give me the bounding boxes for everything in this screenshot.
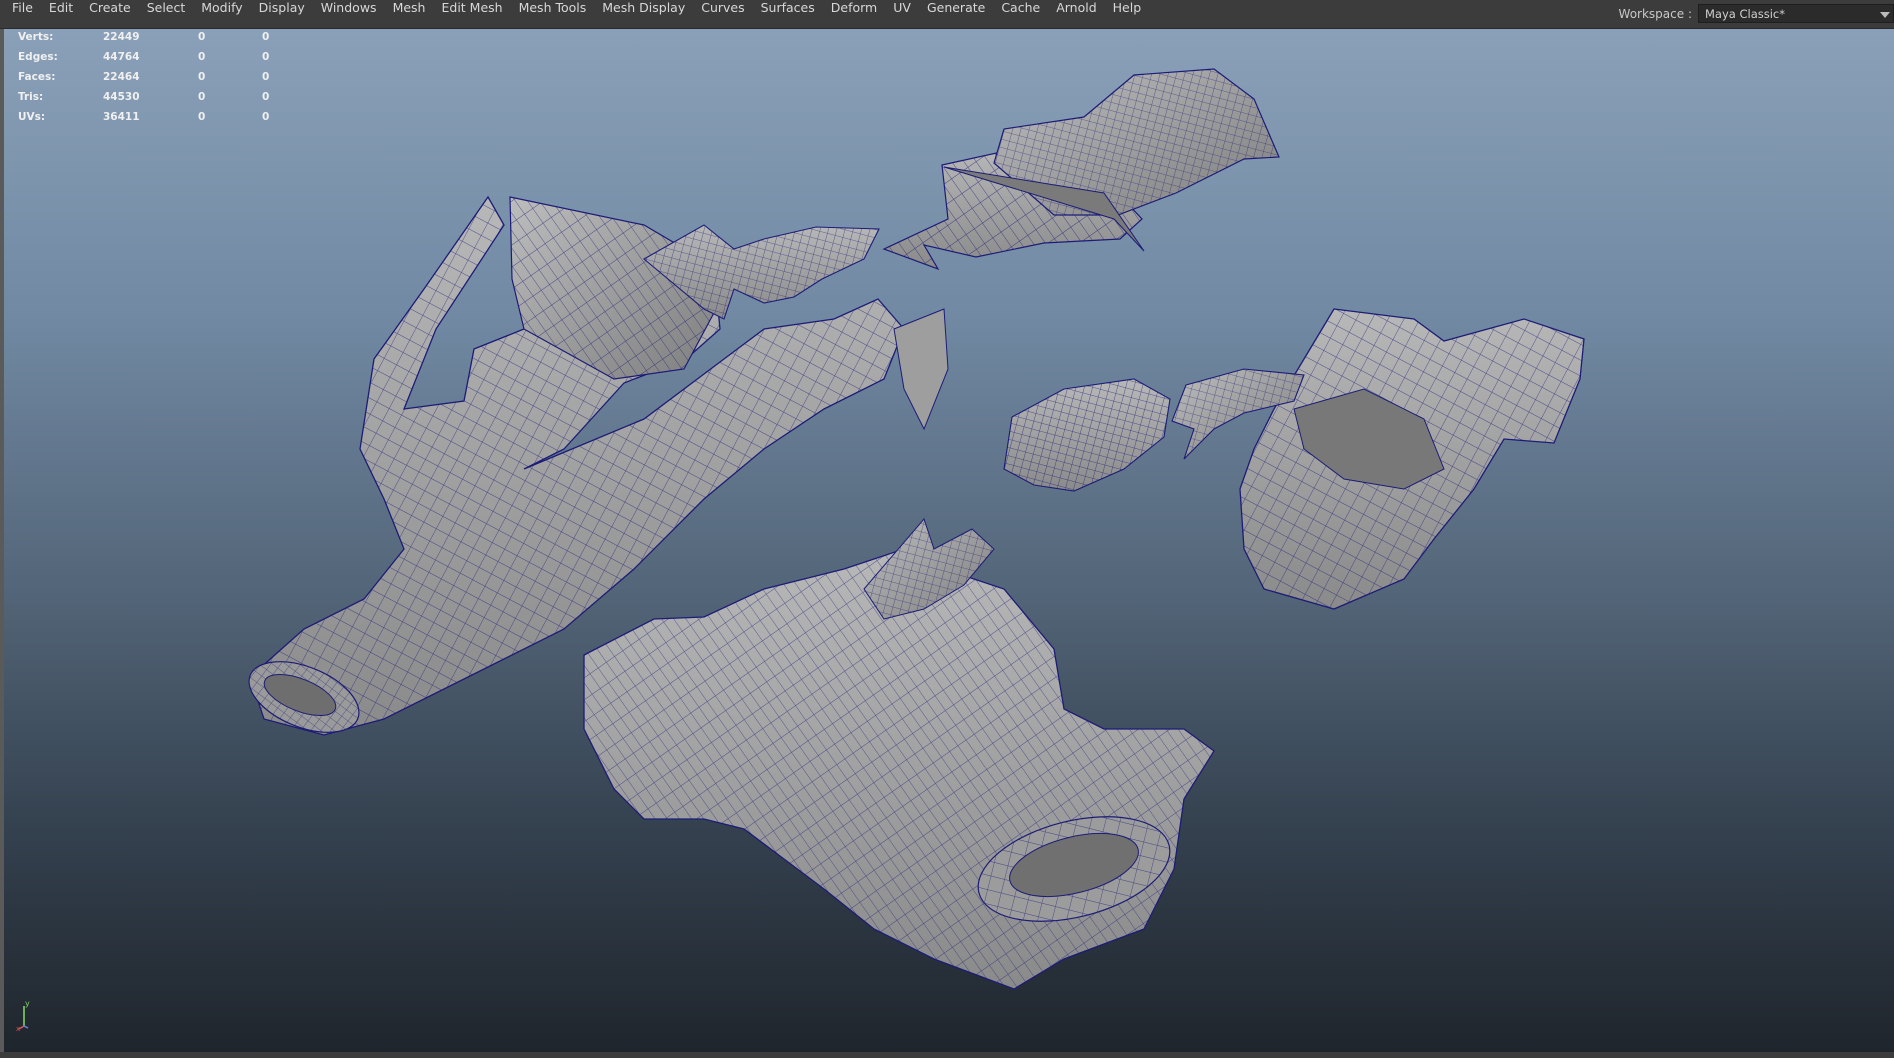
hud-value: 0 — [262, 51, 270, 63]
hud-label: Faces: — [18, 71, 56, 83]
hud-value: 0 — [262, 31, 270, 43]
hud-label: Tris: — [18, 91, 44, 103]
hud-label: Edges: — [18, 51, 58, 63]
menu-display[interactable]: Display — [251, 0, 313, 28]
workspace-label: Workspace : — [1618, 7, 1692, 21]
hud-value: 0 — [198, 111, 206, 123]
menu-modify[interactable]: Modify — [193, 0, 250, 28]
hud-value: 0 — [262, 91, 270, 103]
hud-value: 0 — [198, 91, 206, 103]
axis-y-label: y — [25, 999, 30, 1008]
axis-x-label: x — [16, 1025, 20, 1032]
menu-mesh-display[interactable]: Mesh Display — [594, 0, 693, 28]
menu-curves[interactable]: Curves — [693, 0, 752, 28]
menu-mesh[interactable]: Mesh — [385, 0, 434, 28]
hud-value: 0 — [198, 31, 206, 43]
menu-windows[interactable]: Windows — [313, 0, 385, 28]
main-menu-bar: File Edit Create Select Modify Display W… — [0, 0, 1894, 29]
menu-items: File Edit Create Select Modify Display W… — [0, 0, 1149, 28]
menu-cache[interactable]: Cache — [993, 0, 1048, 28]
hud-value: 0 — [262, 71, 270, 83]
menu-mesh-tools[interactable]: Mesh Tools — [511, 0, 595, 28]
menu-select[interactable]: Select — [139, 0, 194, 28]
hud-label: UVs: — [18, 111, 46, 123]
mesh-piece-bottom[interactable] — [583, 518, 1215, 990]
menu-uv[interactable]: UV — [885, 0, 919, 28]
workspace-selector: Workspace : Maya Classic* — [1619, 0, 1894, 28]
viewport-bottom-border — [0, 1052, 1894, 1058]
menu-edit-mesh[interactable]: Edit Mesh — [433, 0, 510, 28]
menu-help[interactable]: Help — [1105, 0, 1150, 28]
hud-value: 0 — [198, 71, 206, 83]
mesh-piece-right[interactable] — [1003, 308, 1585, 610]
mesh-piece-top[interactable] — [882, 68, 1280, 271]
hud-value: 44530 — [103, 91, 140, 103]
workspace-value: Maya Classic* — [1705, 6, 1786, 21]
menu-generate[interactable]: Generate — [919, 0, 993, 28]
dropdown-arrow-icon — [1880, 11, 1890, 18]
menu-create[interactable]: Create — [81, 0, 139, 28]
menu-edit[interactable]: Edit — [41, 0, 81, 28]
3d-viewport[interactable]: Verts: 22449 0 0 Edges: 44764 0 0 Faces:… — [4, 29, 1894, 1052]
mesh-objects[interactable] — [4, 29, 1894, 1052]
hud-value: 0 — [198, 51, 206, 63]
menu-file[interactable]: File — [4, 0, 41, 28]
workspace-dropdown[interactable]: Maya Classic* — [1698, 3, 1894, 23]
hud-value: 22449 — [103, 31, 140, 43]
hud-value: 36411 — [103, 111, 140, 123]
hud-label: Verts: — [18, 31, 54, 43]
menu-deform[interactable]: Deform — [823, 0, 885, 28]
menu-surfaces[interactable]: Surfaces — [753, 0, 823, 28]
hud-value: 0 — [262, 111, 270, 123]
axis-gizmo-icon: y x — [16, 999, 30, 1032]
hud-value: 44764 — [103, 51, 140, 63]
hud-value: 22464 — [103, 71, 140, 83]
menu-arnold[interactable]: Arnold — [1048, 0, 1104, 28]
